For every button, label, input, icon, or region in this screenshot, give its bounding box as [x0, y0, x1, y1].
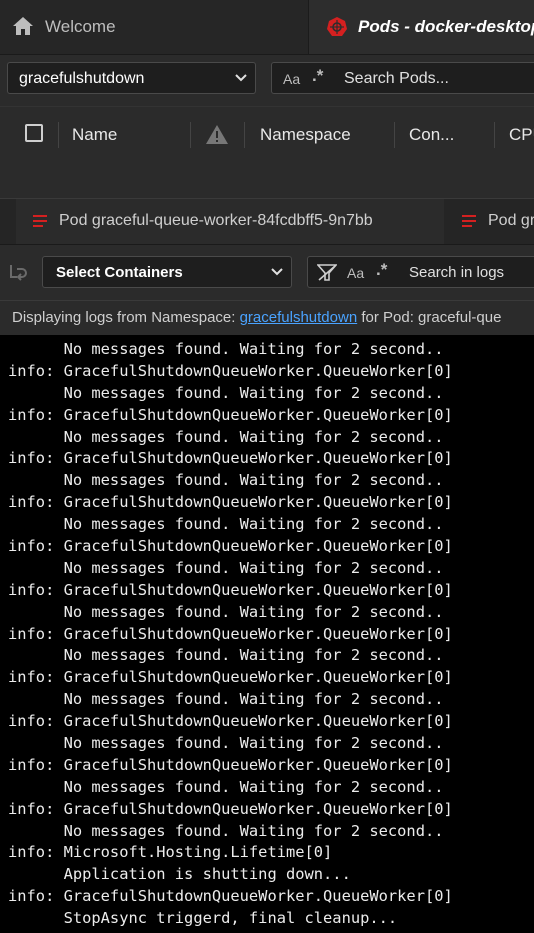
log-output[interactable]: No messages found. Waiting for 2 second.…: [0, 335, 534, 933]
column-header-name[interactable]: Name: [72, 125, 117, 145]
chevron-down-icon: [271, 268, 283, 276]
log-line: No messages found. Waiting for 2 second.…: [8, 340, 444, 358]
home-icon: [13, 17, 33, 35]
tab-pods[interactable]: Pods - docker-desktop: [309, 0, 534, 54]
log-tab-graceful-queue-worker[interactable]: Pod graceful-queue-worker-84fcdbff5-9n7b…: [16, 199, 444, 244]
log-line: info: GracefulShutdownQueueWorker.QueueW…: [8, 624, 453, 643]
regex-icon[interactable]: .*: [312, 66, 323, 86]
log-tab-second[interactable]: Pod gr: [445, 199, 534, 244]
namespace-select-value: gracefulshutdown: [19, 70, 145, 87]
match-case-icon[interactable]: Aa: [347, 265, 364, 281]
log-line: info: GracefulShutdownQueueWorker.QueueW…: [8, 493, 453, 512]
log-lines: No messages found. Waiting for 2 second.…: [8, 339, 453, 930]
log-line: No messages found. Waiting for 2 second.…: [8, 646, 444, 665]
warning-icon: [206, 125, 228, 144]
namespace-link[interactable]: gracefulshutdown: [240, 309, 358, 326]
log-line: No messages found. Waiting for 2 second.…: [8, 821, 444, 840]
log-line: No messages found. Waiting for 2 second.…: [8, 777, 444, 796]
log-icon: [462, 215, 476, 227]
log-tab-label: Pod graceful-queue-worker-84fcdbff5-9n7b…: [59, 212, 373, 229]
regex-icon[interactable]: .*: [376, 260, 387, 280]
select-containers-label: Select Containers: [56, 264, 183, 281]
kubernetes-icon: [327, 17, 347, 36]
log-info-bar: Displaying logs from Namespace: graceful…: [0, 300, 534, 335]
log-search-input[interactable]: Aa .* Search in logs: [307, 256, 534, 288]
log-line: No messages found. Waiting for 2 second.…: [8, 427, 444, 446]
filter-icon[interactable]: [317, 264, 337, 282]
chevron-down-icon: [235, 74, 247, 82]
log-tab-label: Pod gr: [488, 212, 534, 229]
log-line: No messages found. Waiting for 2 second.…: [8, 734, 444, 753]
log-line: No messages found. Waiting for 2 second.…: [8, 471, 444, 490]
log-line: info: GracefulShutdownQueueWorker.QueueW…: [8, 712, 453, 731]
log-line: info: GracefulShutdownQueueWorker.QueueW…: [8, 537, 453, 556]
column-divider: [244, 122, 245, 148]
column-divider: [394, 122, 395, 148]
log-line: StopAsync triggerd, final cleanup...: [8, 909, 398, 928]
log-info-suffix: for Pod: graceful-que: [357, 309, 502, 326]
log-search-placeholder: Search in logs: [409, 264, 505, 281]
log-line: No messages found. Waiting for 2 second.…: [8, 515, 444, 534]
log-line: info: GracefulShutdownQueueWorker.QueueW…: [8, 449, 453, 468]
log-line: No messages found. Waiting for 2 second.…: [8, 558, 444, 577]
log-line: info: GracefulShutdownQueueWorker.QueueW…: [8, 580, 453, 599]
log-line: Application is shutting down...: [8, 865, 351, 884]
log-line: No messages found. Waiting for 2 second.…: [8, 690, 444, 709]
tab-welcome[interactable]: Welcome: [0, 0, 309, 54]
select-all-checkbox[interactable]: [25, 124, 43, 142]
namespace-select[interactable]: gracefulshutdown: [7, 62, 256, 94]
log-info-text: Displaying logs from Namespace: graceful…: [12, 309, 501, 326]
log-line: No messages found. Waiting for 2 second.…: [8, 602, 444, 621]
pods-table-body: [0, 162, 534, 199]
column-divider: [494, 122, 495, 148]
column-header-containers[interactable]: Con...: [409, 125, 454, 145]
log-line: info: GracefulShutdownQueueWorker.QueueW…: [8, 405, 453, 424]
match-case-icon[interactable]: Aa: [283, 71, 300, 87]
column-divider: [58, 122, 59, 148]
column-header-cpu[interactable]: CPU: [509, 125, 534, 145]
pod-search-input[interactable]: Aa .* Search Pods...: [271, 62, 534, 94]
tab-welcome-label: Welcome: [45, 17, 116, 36]
log-tab-bar: Pod graceful-queue-worker-84fcdbff5-9n7b…: [0, 199, 534, 245]
log-line: No messages found. Waiting for 2 second.…: [8, 383, 444, 402]
log-line: info: GracefulShutdownQueueWorker.QueueW…: [8, 668, 453, 687]
log-line: info: GracefulShutdownQueueWorker.QueueW…: [8, 361, 453, 380]
column-divider: [190, 122, 191, 148]
select-containers-dropdown[interactable]: Select Containers: [42, 256, 292, 288]
log-line: info: GracefulShutdownQueueWorker.QueueW…: [8, 887, 453, 906]
pods-table-header: Name Namespace Con... CPU: [0, 106, 534, 163]
log-line: info: GracefulShutdownQueueWorker.QueueW…: [8, 799, 453, 818]
log-icon: [33, 215, 47, 227]
log-line: info: GracefulShutdownQueueWorker.QueueW…: [8, 755, 453, 774]
log-line: info: Microsoft.Hosting.Lifetime[0]: [8, 843, 333, 862]
wrap-lines-icon[interactable]: [8, 262, 32, 282]
tab-bar: Welcome Pods - docker-desktop: [0, 0, 534, 55]
pod-search-placeholder: Search Pods...: [344, 70, 449, 87]
log-info-prefix: Displaying logs from Namespace:: [12, 309, 240, 326]
column-header-namespace[interactable]: Namespace: [260, 125, 351, 145]
tab-pods-label: Pods - docker-desktop: [358, 17, 534, 36]
